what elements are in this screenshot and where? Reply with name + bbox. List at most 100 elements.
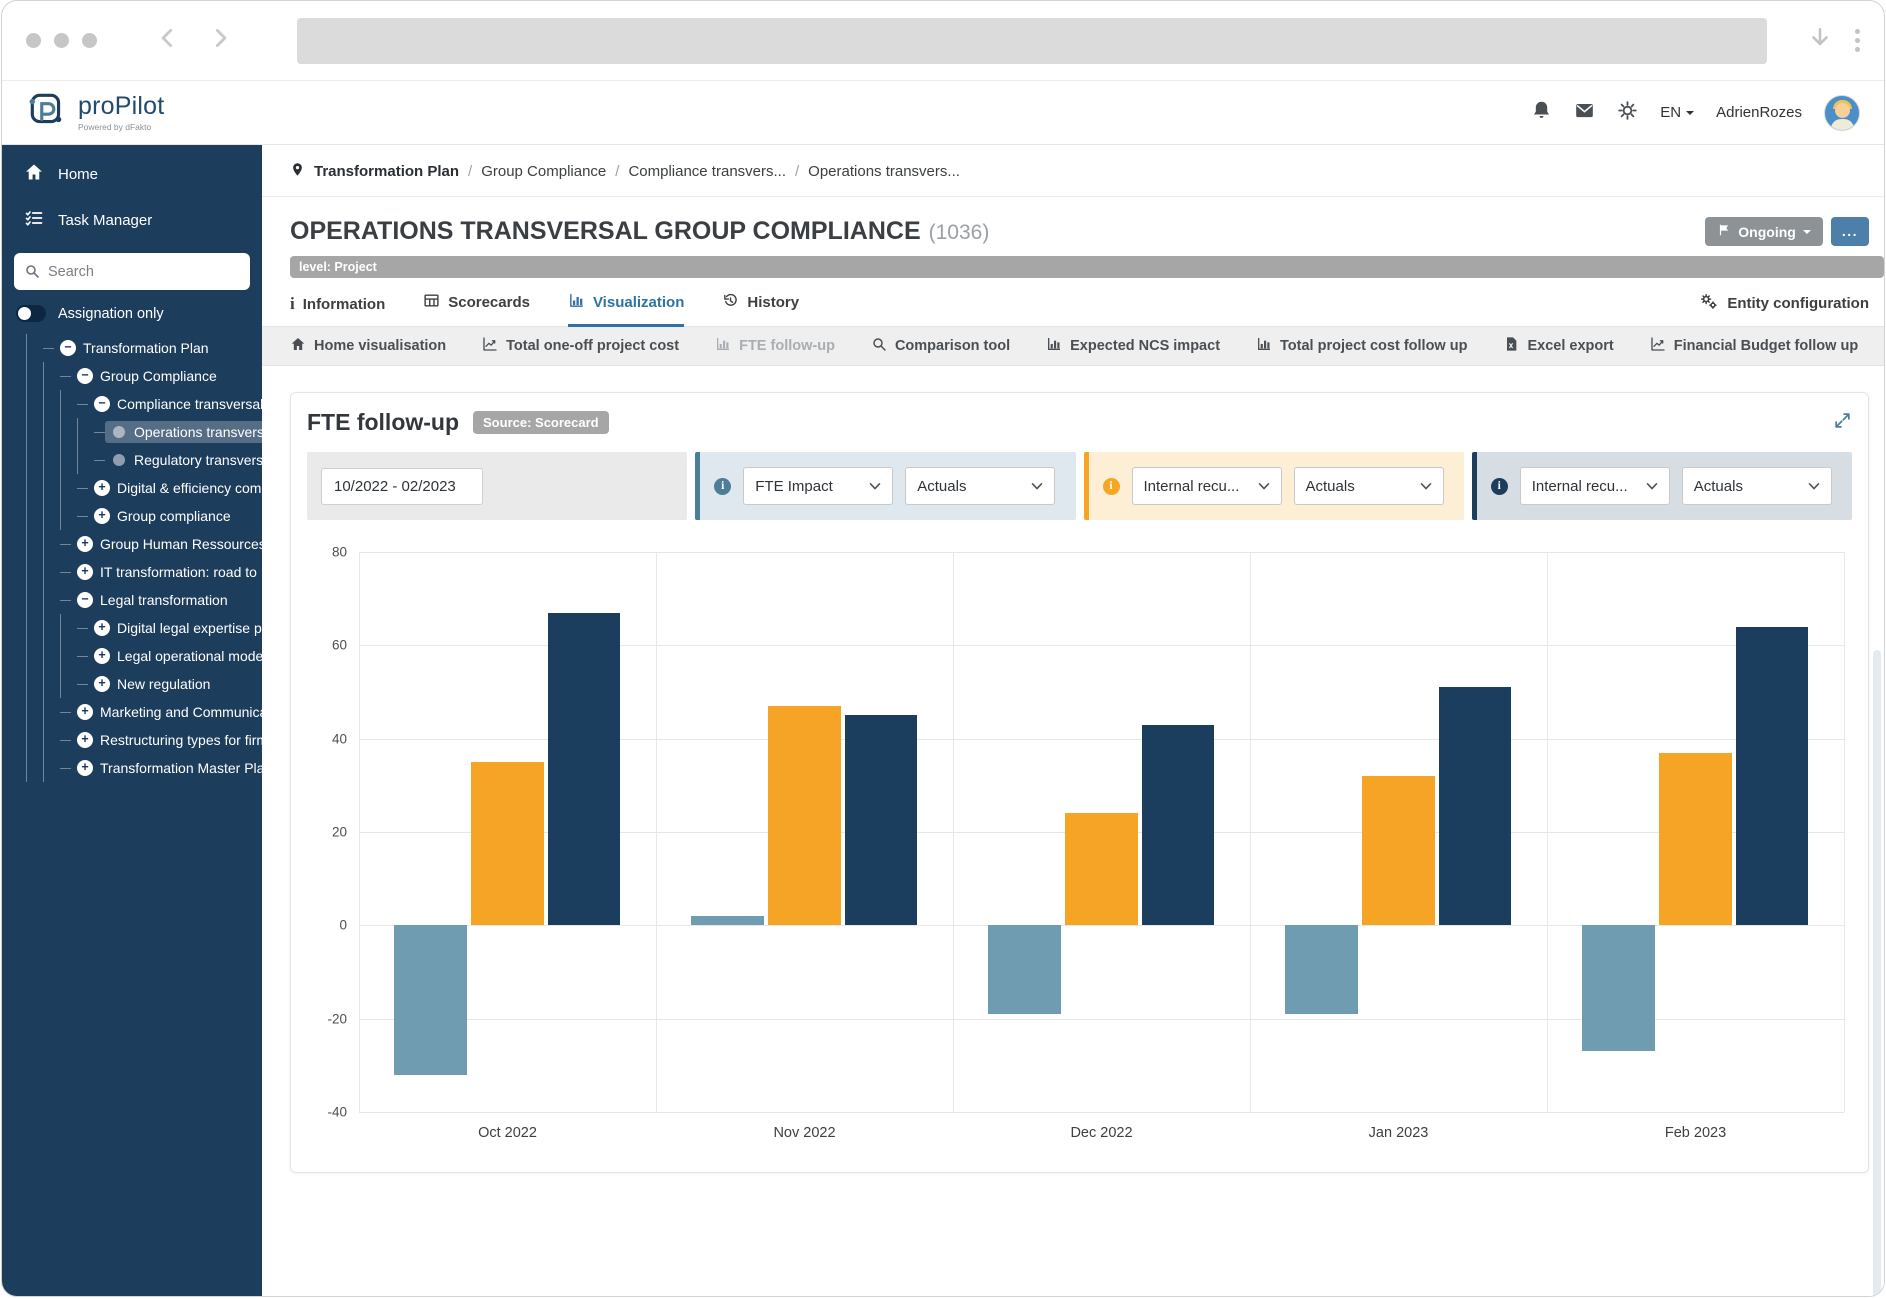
entity-configuration-button[interactable]: Entity configuration bbox=[1699, 292, 1869, 326]
tree-node[interactable]: −Group Compliance bbox=[71, 365, 227, 387]
expand-icon[interactable]: + bbox=[77, 760, 93, 776]
toolbar-item-fte-follow-up[interactable]: FTE follow-up bbox=[715, 336, 835, 356]
expand-icon[interactable]: + bbox=[94, 620, 110, 636]
tree-node[interactable]: −Legal transformation bbox=[71, 589, 238, 611]
tree-item[interactable]: −Legal transformation bbox=[26, 586, 262, 614]
toolbar-item-financial-budget-follow-up[interactable]: Financial Budget follow up bbox=[1650, 336, 1858, 356]
expand-icon[interactable]: + bbox=[94, 648, 110, 664]
expand-icon[interactable] bbox=[1833, 411, 1852, 435]
tab-scorecards[interactable]: Scorecards bbox=[423, 292, 530, 327]
toolbar-item-home-visualisation[interactable]: Home visualisation bbox=[290, 336, 446, 356]
tree-node[interactable]: +IT transformation: road to ... bbox=[71, 561, 262, 583]
metric-select[interactable]: FTE Impact bbox=[743, 467, 893, 505]
tree-node[interactable]: +New regulation bbox=[88, 673, 220, 695]
tree-node[interactable]: Operations transvers... bbox=[105, 421, 262, 443]
bar[interactable] bbox=[1065, 813, 1138, 925]
tree-item[interactable]: +Digital legal expertise pl... bbox=[26, 614, 262, 642]
info-icon[interactable]: i bbox=[714, 478, 731, 495]
bar[interactable] bbox=[691, 916, 764, 925]
bar[interactable] bbox=[768, 706, 841, 925]
expand-icon[interactable]: + bbox=[77, 564, 93, 580]
window-close-button[interactable] bbox=[26, 33, 41, 48]
gear-icon[interactable] bbox=[1617, 100, 1638, 126]
expand-icon[interactable]: + bbox=[77, 704, 93, 720]
expand-icon[interactable]: + bbox=[77, 536, 93, 552]
tree-item[interactable]: +New regulation bbox=[26, 670, 262, 698]
search-input[interactable] bbox=[14, 253, 250, 290]
download-icon[interactable] bbox=[1807, 25, 1833, 56]
metric-select[interactable]: Internal recu... bbox=[1520, 467, 1670, 505]
tab-information[interactable]: iInformation bbox=[290, 295, 385, 327]
assignation-toggle[interactable] bbox=[16, 305, 46, 322]
bar[interactable] bbox=[845, 715, 918, 925]
mail-icon[interactable] bbox=[1574, 100, 1595, 126]
url-bar[interactable] bbox=[297, 18, 1767, 64]
back-icon[interactable] bbox=[155, 25, 181, 56]
avatar[interactable] bbox=[1824, 95, 1860, 131]
toolbar-item-comparison-tool[interactable]: Comparison tool bbox=[871, 336, 1010, 356]
breadcrumb-item[interactable]: Transformation Plan bbox=[314, 163, 459, 180]
bar[interactable] bbox=[471, 762, 544, 925]
breadcrumb-item[interactable]: Compliance transvers... bbox=[628, 163, 786, 180]
tree-node[interactable]: Regulatory transversa... bbox=[105, 449, 262, 471]
tree-item[interactable]: +Group compliance bbox=[26, 502, 262, 530]
date-range-input[interactable] bbox=[321, 468, 483, 505]
breadcrumb-item[interactable]: Operations transvers... bbox=[808, 163, 960, 180]
collapse-icon[interactable]: − bbox=[77, 592, 93, 608]
tree-node[interactable]: +Digital & efficiency com... bbox=[88, 477, 262, 499]
collapse-icon[interactable]: − bbox=[60, 340, 76, 356]
sidebar-item-home[interactable]: Home bbox=[2, 151, 262, 197]
tree-item[interactable]: −Compliance transversal ... bbox=[26, 390, 262, 418]
toolbar-item-expected-ncs-impact[interactable]: Expected NCS impact bbox=[1046, 336, 1220, 356]
status-button[interactable]: Ongoing bbox=[1705, 217, 1823, 246]
tree-item[interactable]: +IT transformation: road to ... bbox=[26, 558, 262, 586]
tree-item[interactable]: +Legal operational model ... bbox=[26, 642, 262, 670]
info-icon[interactable]: i bbox=[1491, 478, 1508, 495]
tree-item[interactable]: +Restructuring types for firms bbox=[26, 726, 262, 754]
tree-node[interactable]: −Transformation Plan bbox=[54, 337, 219, 359]
toolbar-item-excel-export[interactable]: Excel export bbox=[1503, 336, 1613, 356]
info-icon[interactable]: i bbox=[1103, 478, 1120, 495]
tree-node[interactable]: +Marketing and Communica... bbox=[71, 701, 262, 723]
tree-item[interactable]: −Transformation Plan bbox=[26, 334, 262, 362]
bar[interactable] bbox=[1439, 687, 1512, 925]
tree-item[interactable]: Operations transvers... bbox=[26, 418, 262, 446]
forward-icon[interactable] bbox=[207, 25, 233, 56]
scrollbar[interactable] bbox=[1873, 650, 1881, 1297]
metric-select[interactable]: Internal recu... bbox=[1132, 467, 1282, 505]
collapse-icon[interactable]: − bbox=[77, 368, 93, 384]
language-selector[interactable]: EN bbox=[1660, 104, 1694, 121]
bar[interactable] bbox=[1582, 925, 1655, 1051]
expand-icon[interactable]: + bbox=[94, 480, 110, 496]
bar[interactable] bbox=[1659, 753, 1732, 926]
tree-item[interactable]: +Marketing and Communica... bbox=[26, 698, 262, 726]
tree-item[interactable]: +Transformation Master Pla... bbox=[26, 754, 262, 782]
dataset-select[interactable]: Actuals bbox=[905, 467, 1055, 505]
sidebar-item-task-manager[interactable]: Task Manager bbox=[2, 197, 262, 243]
expand-icon[interactable]: + bbox=[94, 676, 110, 692]
tree-item[interactable]: +Digital & efficiency com... bbox=[26, 474, 262, 502]
bar[interactable] bbox=[548, 613, 621, 926]
dataset-select[interactable]: Actuals bbox=[1682, 467, 1832, 505]
bar[interactable] bbox=[1142, 725, 1215, 926]
bell-icon[interactable] bbox=[1531, 100, 1552, 126]
window-zoom-button[interactable] bbox=[82, 33, 97, 48]
tree-node[interactable]: +Group compliance bbox=[88, 505, 241, 527]
tab-visualization[interactable]: Visualization bbox=[568, 292, 684, 327]
dataset-select[interactable]: Actuals bbox=[1294, 467, 1444, 505]
tree-item[interactable]: −Group Compliance bbox=[26, 362, 262, 390]
bar[interactable] bbox=[1362, 776, 1435, 925]
more-actions-button[interactable]: ... bbox=[1831, 217, 1869, 246]
browser-menu-icon[interactable] bbox=[1855, 29, 1860, 52]
toolbar-item-total-project-cost-follow-up[interactable]: Total project cost follow up bbox=[1256, 336, 1467, 356]
tree-node[interactable]: −Compliance transversal ... bbox=[88, 393, 262, 415]
bar[interactable] bbox=[394, 925, 467, 1074]
expand-icon[interactable]: + bbox=[94, 508, 110, 524]
username[interactable]: AdrienRozes bbox=[1716, 104, 1802, 121]
app-logo[interactable]: proPilot Powered by dFakto bbox=[26, 89, 164, 136]
window-minimize-button[interactable] bbox=[54, 33, 69, 48]
tab-history[interactable]: History bbox=[722, 292, 799, 327]
tree-node[interactable]: +Transformation Master Pla... bbox=[71, 757, 262, 779]
bar[interactable] bbox=[988, 925, 1061, 1014]
toolbar-item-total-one-off-project-cost[interactable]: Total one-off project cost bbox=[482, 336, 679, 356]
